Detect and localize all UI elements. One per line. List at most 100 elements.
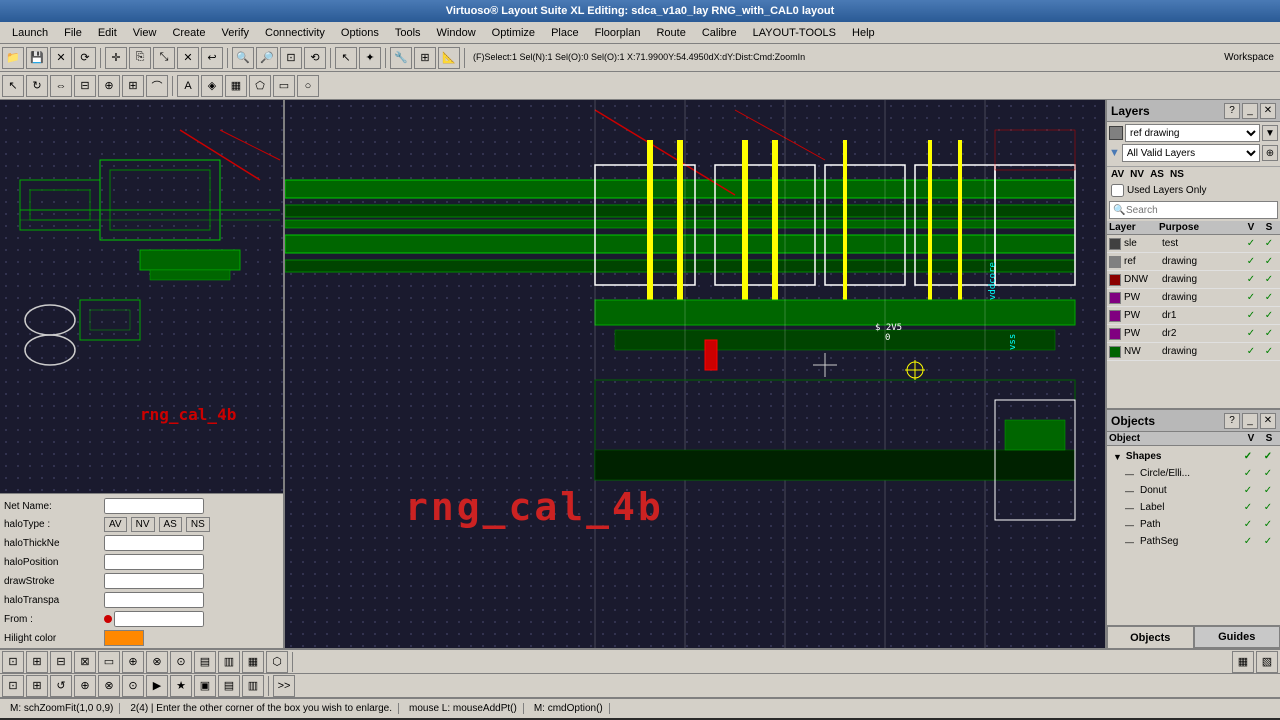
tb-select2-button[interactable]: ↖ (2, 75, 24, 97)
btb2-btn7[interactable]: ▶ (146, 675, 168, 697)
tb-close-button[interactable]: ✕ (50, 47, 72, 69)
drawstroke-input[interactable] (104, 573, 204, 589)
layer-row-dnw[interactable]: DNW drawing ✓ ✓ (1107, 271, 1280, 289)
tree-donut[interactable]: — Donut ✓ ✓ (1121, 482, 1278, 499)
menu-place[interactable]: Place (543, 25, 587, 41)
tb-undo-button[interactable]: ↩ (201, 47, 223, 69)
tree-shapes[interactable]: ▼ Shapes ✓ ✓ (1109, 448, 1278, 465)
tb-grid-button[interactable]: ⊞ (122, 75, 144, 97)
btb-btn3[interactable]: ⊟ (50, 651, 72, 673)
btb-btn5[interactable]: ▭ (98, 651, 120, 673)
menu-route[interactable]: Route (648, 25, 693, 41)
tb-delete-button[interactable]: ✕ (177, 47, 199, 69)
tb-open-button[interactable]: 📁 (2, 47, 24, 69)
from-input[interactable] (114, 611, 204, 627)
btb-btn6[interactable]: ⊕ (122, 651, 144, 673)
mini-canvas[interactable]: rng_cal_4b (0, 100, 283, 493)
filter-as[interactable]: AS (1150, 169, 1164, 180)
tb-mirror-button[interactable]: ⇔ (50, 75, 72, 97)
menu-optimize[interactable]: Optimize (484, 25, 543, 41)
objects-close-btn[interactable]: ✕ (1260, 413, 1276, 429)
tb-redraw-button[interactable]: ⟲ (304, 47, 326, 69)
tb-zoom-out-button[interactable]: 🔎 (256, 47, 278, 69)
layer-row-ref[interactable]: ref drawing ✓ ✓ (1107, 253, 1280, 271)
btb2-btn9[interactable]: ▣ (194, 675, 216, 697)
btb-right2[interactable]: ▧ (1256, 651, 1278, 673)
layers-close-btn[interactable]: ✕ (1260, 103, 1276, 119)
tree-label[interactable]: — Label ✓ ✓ (1121, 499, 1278, 516)
layers-help-btn[interactable]: ? (1224, 103, 1240, 119)
tb-rotate-button[interactable]: ↻ (26, 75, 48, 97)
btb-btn10[interactable]: ▥ (218, 651, 240, 673)
search-input[interactable] (1109, 201, 1278, 219)
btb2-btn5[interactable]: ⊗ (98, 675, 120, 697)
tb-snap-button[interactable]: ⊕ (98, 75, 120, 97)
tb-refresh-button[interactable]: ⟳ (74, 47, 96, 69)
btb2-btn10[interactable]: ▤ (218, 675, 240, 697)
btb2-btn4[interactable]: ⊕ (74, 675, 96, 697)
menu-launch[interactable]: Launch (4, 25, 56, 41)
btb2-btn6[interactable]: ⊙ (122, 675, 144, 697)
tb-save-button[interactable]: 💾 (26, 47, 48, 69)
filter-btn[interactable]: ⊕ (1262, 145, 1278, 161)
btb-btn8[interactable]: ⊙ (170, 651, 192, 673)
menu-verify[interactable]: Verify (213, 25, 257, 41)
ref-drawing-select[interactable]: ref drawing (1125, 124, 1260, 142)
menu-calibre[interactable]: Calibre (694, 25, 745, 41)
canvas-area[interactable]: vddcore vss rng_cal_4b $ 2V5 (285, 100, 1105, 648)
tab-guides[interactable]: Guides (1194, 626, 1280, 648)
menu-file[interactable]: File (56, 25, 90, 41)
objects-min-btn[interactable]: _ (1242, 413, 1258, 429)
btb2-btn11[interactable]: ▥ (242, 675, 264, 697)
tb-property-button[interactable]: 🔧 (390, 47, 412, 69)
haloposition-input[interactable] (104, 554, 204, 570)
objects-help-btn[interactable]: ? (1224, 413, 1240, 429)
btb2-btn3[interactable]: ↺ (50, 675, 72, 697)
menu-view[interactable]: View (125, 25, 165, 41)
tb-select-button[interactable]: ↖ (335, 47, 357, 69)
tb-fit-button[interactable]: ⊡ (280, 47, 302, 69)
ref-dropdown-btn[interactable]: ▼ (1262, 125, 1278, 141)
menu-create[interactable]: Create (164, 25, 213, 41)
tb-label-button[interactable]: A (177, 75, 199, 97)
tb-circle-button[interactable]: ○ (297, 75, 319, 97)
filter-nv[interactable]: NV (1130, 169, 1144, 180)
menu-tools[interactable]: Tools (387, 25, 429, 41)
halotranspa-input[interactable] (104, 592, 204, 608)
halothickne-input[interactable] (104, 535, 204, 551)
btb-btn1[interactable]: ⊡ (2, 651, 24, 673)
tb-instance-button[interactable]: ▦ (225, 75, 247, 97)
btb2-btn1[interactable]: ⊡ (2, 675, 24, 697)
tb-pin-button[interactable]: ◈ (201, 75, 223, 97)
btb2-more[interactable]: >> (273, 675, 295, 697)
tb-zoom-in-button[interactable]: 🔍 (232, 47, 254, 69)
tb-stretch-button[interactable]: ⤡ (153, 47, 175, 69)
layer-row-sle[interactable]: sle test ✓ ✓ (1107, 235, 1280, 253)
tree-circle[interactable]: — Circle/Elli... ✓ ✓ (1121, 465, 1278, 482)
menu-edit[interactable]: Edit (90, 25, 125, 41)
tb-copy-button[interactable]: ⎘ (129, 47, 151, 69)
layers-min-btn[interactable]: _ (1242, 103, 1258, 119)
all-valid-select[interactable]: All Valid Layers (1122, 144, 1260, 162)
filter-av[interactable]: AV (1111, 169, 1124, 180)
tb-ruler-button[interactable]: 📐 (438, 47, 460, 69)
halotype-nv[interactable]: NV (131, 517, 155, 532)
used-only-checkbox[interactable] (1111, 184, 1124, 197)
menu-window[interactable]: Window (429, 25, 484, 41)
btb-btn12[interactable]: ⬡ (266, 651, 288, 673)
tree-pathseg[interactable]: — PathSeg ✓ ✓ (1121, 533, 1278, 550)
tb-wire-button[interactable]: ⌒ (146, 75, 168, 97)
tb-move-button[interactable]: ✛ (105, 47, 127, 69)
btb-btn2[interactable]: ⊞ (26, 651, 48, 673)
filter-ns[interactable]: NS (1170, 169, 1184, 180)
tb-poly-button[interactable]: ⬠ (249, 75, 271, 97)
halotype-av[interactable]: AV (104, 517, 127, 532)
tb-hierarchy-button[interactable]: ⊞ (414, 47, 436, 69)
menu-layout-tools[interactable]: LAYOUT-TOOLS (745, 25, 844, 41)
layer-row-pw3[interactable]: PW dr2 ✓ ✓ (1107, 325, 1280, 343)
layer-row-pw1[interactable]: PW drawing ✓ ✓ (1107, 289, 1280, 307)
menu-help[interactable]: Help (844, 25, 883, 41)
halotype-as[interactable]: AS (159, 517, 182, 532)
btb-btn9[interactable]: ▤ (194, 651, 216, 673)
menu-floorplan[interactable]: Floorplan (587, 25, 649, 41)
